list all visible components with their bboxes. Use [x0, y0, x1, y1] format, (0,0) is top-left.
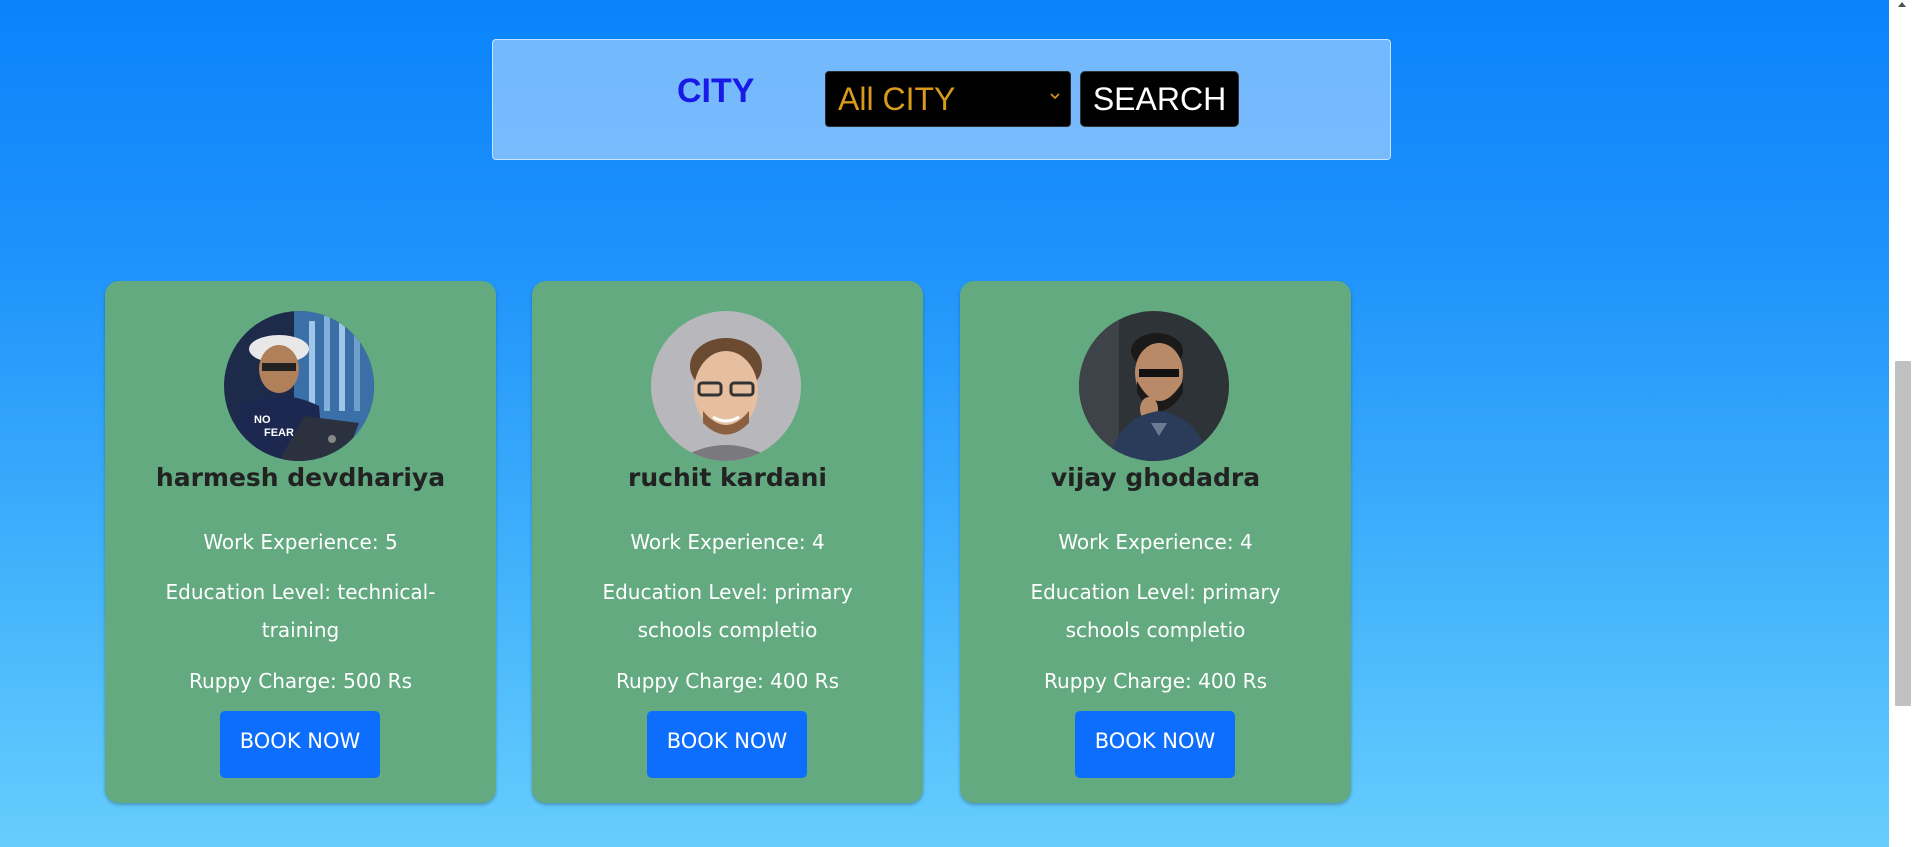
work-experience: Work Experience: 5: [203, 530, 398, 554]
book-now-button[interactable]: BOOK NOW: [220, 711, 380, 778]
city-filter-bar: CITY All CITY SEARCH: [492, 39, 1391, 160]
provider-card: vijay ghodadra Work Experience: 4 Educat…: [960, 281, 1351, 803]
provider-card: ruchit kardani Work Experience: 4 Educat…: [532, 281, 923, 803]
search-button[interactable]: SEARCH: [1080, 71, 1239, 127]
ruppy-charge: Ruppy Charge: 400 Rs: [1044, 669, 1267, 693]
book-now-button[interactable]: BOOK NOW: [647, 711, 807, 778]
provider-name: harmesh devdhariya: [155, 463, 446, 492]
provider-name: vijay ghodadra: [1050, 463, 1261, 492]
city-select[interactable]: All CITY: [825, 71, 1071, 127]
provider-card: NO FEAR harmesh devdhariya Work Experien…: [105, 281, 496, 803]
svg-text:FEAR: FEAR: [264, 427, 294, 439]
education-level: Education Level: primary schools complet…: [1030, 580, 1281, 642]
work-experience: Work Experience: 4: [1058, 530, 1253, 554]
vertical-scrollbar[interactable]: [1889, 0, 1914, 847]
work-experience: Work Experience: 4: [630, 530, 825, 554]
chevron-down-icon: [1050, 93, 1060, 100]
avatar: [651, 311, 801, 461]
education-level: Education Level: technical-training: [165, 580, 436, 642]
city-label: CITY: [677, 72, 755, 110]
avatar: [1079, 311, 1229, 461]
book-now-button[interactable]: BOOK NOW: [1075, 711, 1235, 778]
education-level: Education Level: primary schools complet…: [602, 580, 853, 642]
provider-name: ruchit kardani: [628, 463, 827, 492]
ruppy-charge: Ruppy Charge: 500 Rs: [189, 669, 412, 693]
avatar: NO FEAR: [224, 311, 374, 461]
city-select-value: All CITY: [838, 81, 956, 117]
ruppy-charge: Ruppy Charge: 400 Rs: [616, 669, 839, 693]
scroll-up-arrow-icon[interactable]: [1897, 0, 1907, 8]
scrollbar-thumb[interactable]: [1895, 361, 1911, 706]
svg-text:NO: NO: [254, 414, 271, 426]
